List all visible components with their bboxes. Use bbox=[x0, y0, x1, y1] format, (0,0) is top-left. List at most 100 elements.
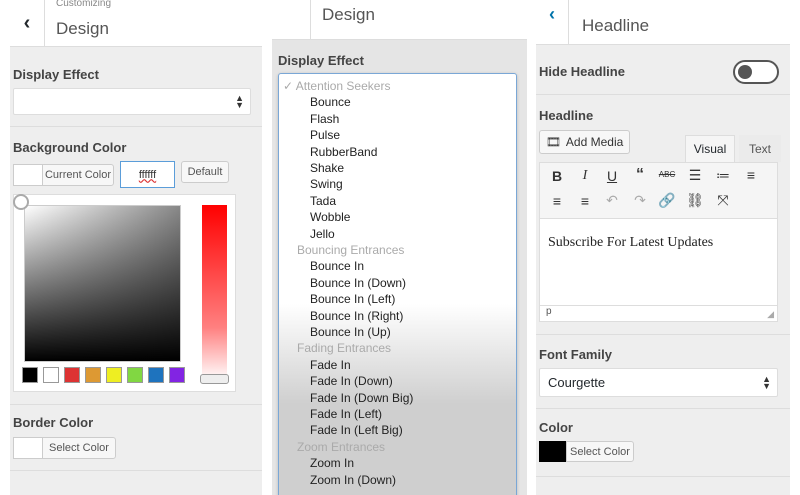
editor-path: p bbox=[546, 306, 552, 317]
resize-handle-icon[interactable]: ◢ bbox=[767, 309, 774, 320]
align-left-icon[interactable]: ≡ bbox=[741, 167, 761, 183]
link-icon[interactable]: 🔗 bbox=[657, 192, 677, 209]
add-media-label: Add Media bbox=[565, 135, 624, 149]
color-label: Color bbox=[539, 420, 573, 435]
editor-toolbar: B I U “ ABC ☰ ≔ ≡ ≡ ≡ ↶ ↷ 🔗 ⛓ ⤧ bbox=[540, 163, 777, 219]
font-family-value: Courgette bbox=[548, 375, 606, 390]
dropdown-option[interactable]: Fade In (Left) bbox=[310, 407, 382, 421]
panel-header: ‹ Customizing Design bbox=[10, 0, 262, 47]
bold-icon[interactable]: B bbox=[547, 168, 567, 184]
hue-slider-handle[interactable] bbox=[200, 374, 229, 384]
color-picker bbox=[13, 194, 236, 392]
section-title: Design bbox=[56, 19, 109, 38]
headline-label: Headline bbox=[539, 108, 594, 123]
background-color-label: Background Color bbox=[13, 140, 127, 155]
divider bbox=[10, 404, 262, 405]
palette-swatch[interactable] bbox=[85, 367, 101, 383]
dropdown-option[interactable]: Zoom In bbox=[310, 456, 354, 470]
add-media-button[interactable]: 🎞 Add Media bbox=[539, 130, 630, 154]
dropdown-option[interactable]: RubberBand bbox=[310, 145, 377, 159]
divider bbox=[536, 334, 790, 335]
dropdown-option[interactable]: Wobble bbox=[310, 210, 350, 224]
dropdown-option[interactable]: Bounce In (Right) bbox=[310, 309, 403, 323]
chevron-left-icon: ‹ bbox=[549, 4, 555, 24]
left-customizer-panel: ‹ Customizing Design Display Effect ▲ ▼ B… bbox=[10, 0, 262, 495]
divider bbox=[10, 470, 262, 471]
default-color-button[interactable]: Default bbox=[181, 161, 229, 183]
bullet-list-icon[interactable]: ☰ bbox=[685, 167, 705, 184]
border-color-label: Border Color bbox=[13, 415, 94, 430]
back-button[interactable]: ‹ bbox=[10, 0, 45, 46]
breadcrumb: Customizing bbox=[56, 0, 112, 9]
panel-header: Design bbox=[272, 0, 527, 40]
underline-icon[interactable]: U bbox=[602, 168, 622, 184]
tab-text[interactable]: Text bbox=[739, 135, 781, 162]
strikethrough-icon[interactable]: ABC bbox=[657, 170, 677, 179]
palette-swatch[interactable] bbox=[43, 367, 59, 383]
chevron-left-icon: ‹ bbox=[23, 11, 31, 34]
editor-content[interactable]: Subscribe For Latest Updates bbox=[548, 235, 713, 251]
align-center-icon[interactable]: ≡ bbox=[547, 193, 567, 209]
tab-visual[interactable]: Visual bbox=[685, 135, 735, 162]
middle-customizer-panel: Design Display Effect ✓ Attention Seeker… bbox=[272, 0, 527, 495]
dropdown-option[interactable]: Fade In (Down) bbox=[310, 374, 393, 388]
dropdown-option[interactable]: Bounce In (Down) bbox=[310, 276, 406, 290]
unlink-icon[interactable]: ⛓ bbox=[685, 192, 705, 209]
toggle-knob bbox=[738, 65, 752, 79]
palette-swatch[interactable] bbox=[169, 367, 185, 383]
font-family-label: Font Family bbox=[539, 347, 612, 362]
dropdown-option[interactable]: Zoom In (Down) bbox=[310, 473, 396, 487]
divider bbox=[10, 126, 262, 127]
font-family-select[interactable]: Courgette ▲ ▼ bbox=[539, 368, 778, 397]
undo-icon[interactable]: ↶ bbox=[602, 192, 622, 209]
dropdown-option[interactable]: Shake bbox=[310, 161, 344, 175]
back-button[interactable]: ‹ bbox=[536, 0, 569, 44]
dropdown-option[interactable]: Jello bbox=[310, 227, 335, 241]
display-effect-select[interactable]: ▲ ▼ bbox=[13, 88, 251, 115]
hide-headline-toggle[interactable] bbox=[733, 60, 779, 84]
color-swatch bbox=[539, 441, 569, 462]
option-group-label: Bouncing Entrances bbox=[297, 243, 405, 257]
numbered-list-icon[interactable]: ≔ bbox=[713, 167, 733, 184]
dropdown-option[interactable]: Bounce In bbox=[310, 259, 364, 273]
hex-color-input[interactable]: ffffff bbox=[120, 161, 175, 188]
wysiwyg-editor: B I U “ ABC ☰ ≔ ≡ ≡ ≡ ↶ ↷ 🔗 ⛓ ⤧ Subscrib… bbox=[539, 162, 778, 322]
dropdown-option[interactable]: Pulse bbox=[310, 128, 340, 142]
dropdown-option[interactable]: Fade In (Left Big) bbox=[310, 423, 403, 437]
fullscreen-icon[interactable]: ⤧ bbox=[713, 192, 733, 209]
select-arrows-icon: ▲ ▼ bbox=[762, 373, 771, 391]
align-right-icon[interactable]: ≡ bbox=[575, 193, 595, 209]
current-color-swatch bbox=[13, 164, 43, 186]
select-arrows-icon: ▲ ▼ bbox=[235, 92, 244, 110]
dropdown-option[interactable]: Bounce In (Left) bbox=[310, 292, 395, 306]
blockquote-icon[interactable]: “ bbox=[630, 166, 650, 184]
dropdown-option[interactable]: Fade In (Down Big) bbox=[310, 391, 413, 405]
current-color-button[interactable]: Current Color bbox=[42, 164, 114, 186]
redo-icon[interactable]: ↷ bbox=[630, 192, 650, 209]
palette-swatch[interactable] bbox=[64, 367, 80, 383]
palette-swatch[interactable] bbox=[148, 367, 164, 383]
dropdown-option[interactable]: Bounce In (Up) bbox=[310, 325, 391, 339]
section-title: Headline bbox=[582, 16, 650, 35]
border-select-color-button[interactable]: Select Color bbox=[42, 437, 116, 459]
dropdown-option[interactable]: Fade In bbox=[310, 358, 351, 372]
display-effect-label: Display Effect bbox=[278, 53, 364, 68]
display-effect-dropdown[interactable]: ✓ Attention Seekers Bounce Flash Pulse Rubbe… bbox=[278, 73, 517, 495]
palette-swatch[interactable] bbox=[127, 367, 143, 383]
divider bbox=[536, 408, 790, 409]
saturation-square[interactable] bbox=[13, 194, 181, 362]
dropdown-option[interactable]: Swing bbox=[310, 177, 343, 191]
hue-slider[interactable] bbox=[200, 205, 229, 384]
editor-statusbar: p ◢ bbox=[540, 305, 777, 321]
color-picker-handle[interactable] bbox=[13, 194, 29, 210]
dropdown-option[interactable]: Flash bbox=[310, 112, 339, 126]
section-title: Design bbox=[322, 5, 375, 24]
dropdown-option[interactable]: Bounce bbox=[310, 95, 351, 109]
palette-swatch[interactable] bbox=[22, 367, 38, 383]
select-color-button[interactable]: Select Color bbox=[566, 441, 634, 462]
palette-swatch[interactable] bbox=[106, 367, 122, 383]
hide-headline-label: Hide Headline bbox=[539, 64, 625, 79]
panel-header: ‹ Headline bbox=[536, 0, 790, 45]
dropdown-option[interactable]: Tada bbox=[310, 194, 336, 208]
italic-icon[interactable]: I bbox=[575, 168, 595, 184]
